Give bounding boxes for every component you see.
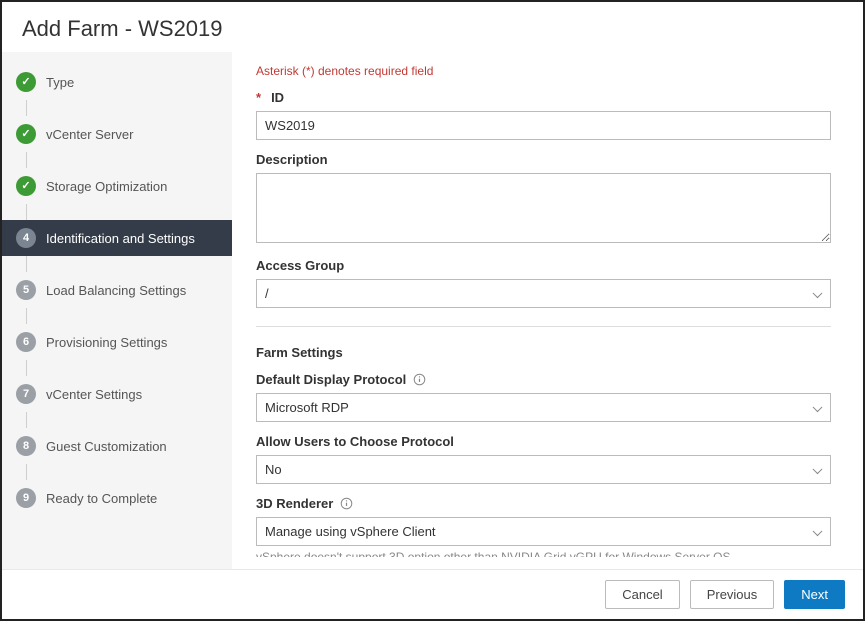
step-connector: [26, 152, 27, 168]
default-protocol-select[interactable]: [256, 393, 831, 422]
step-connector: [26, 100, 27, 116]
step-number-icon: 9: [16, 488, 36, 508]
form-scroll[interactable]: Asterisk (*) denotes required field * ID…: [256, 64, 839, 557]
step-connector: [26, 308, 27, 324]
step-provisioning[interactable]: 6 Provisioning Settings: [2, 324, 232, 360]
check-icon: [16, 124, 36, 144]
step-connector: [26, 256, 27, 272]
step-label: Guest Customization: [46, 439, 167, 454]
info-icon[interactable]: [412, 373, 426, 387]
check-icon: [16, 72, 36, 92]
default-protocol-label: Default Display Protocol: [256, 372, 831, 387]
step-number-icon: 4: [16, 228, 36, 248]
renderer-label: 3D Renderer: [256, 496, 831, 511]
dialog-title: Add Farm - WS2019: [2, 2, 863, 52]
next-button[interactable]: Next: [784, 580, 845, 609]
previous-button[interactable]: Previous: [690, 580, 775, 609]
id-input[interactable]: [256, 111, 831, 140]
step-label: Load Balancing Settings: [46, 283, 186, 298]
step-number-icon: 6: [16, 332, 36, 352]
step-label: Type: [46, 75, 74, 90]
renderer-label-text: 3D Renderer: [256, 496, 333, 511]
step-number-icon: 8: [16, 436, 36, 456]
wizard-sidebar: Type vCenter Server Storage Optimization…: [2, 52, 232, 569]
step-connector: [26, 360, 27, 376]
cancel-button[interactable]: Cancel: [605, 580, 679, 609]
step-label: Storage Optimization: [46, 179, 167, 194]
description-label: Description: [256, 152, 831, 167]
step-load-balancing[interactable]: 5 Load Balancing Settings: [2, 272, 232, 308]
step-label: Ready to Complete: [46, 491, 157, 506]
step-guest-customization[interactable]: 8 Guest Customization: [2, 428, 232, 464]
step-type[interactable]: Type: [2, 64, 232, 100]
step-number-icon: 7: [16, 384, 36, 404]
id-label-text: ID: [271, 90, 284, 105]
default-protocol-label-text: Default Display Protocol: [256, 372, 406, 387]
step-connector: [26, 464, 27, 480]
step-vcenter-settings[interactable]: 7 vCenter Settings: [2, 376, 232, 412]
step-label: vCenter Server: [46, 127, 133, 142]
step-label: Provisioning Settings: [46, 335, 167, 350]
step-connector: [26, 204, 27, 220]
id-label: * ID: [256, 90, 831, 105]
dialog-frame: Add Farm - WS2019 Type vCenter Server St…: [0, 0, 865, 621]
step-label: vCenter Settings: [46, 387, 142, 402]
renderer-select[interactable]: [256, 517, 831, 546]
required-note: Asterisk (*) denotes required field: [256, 64, 831, 78]
required-asterisk: *: [256, 90, 261, 105]
description-textarea[interactable]: [256, 173, 831, 243]
step-label: Identification and Settings: [46, 231, 195, 246]
step-vcenter-server[interactable]: vCenter Server: [2, 116, 232, 152]
renderer-hint: vSphere doesn't support 3D option other …: [256, 550, 831, 557]
farm-settings-header: Farm Settings: [256, 345, 831, 360]
access-group-select[interactable]: [256, 279, 831, 308]
step-storage-optimization[interactable]: Storage Optimization: [2, 168, 232, 204]
form-pane: Asterisk (*) denotes required field * ID…: [232, 52, 863, 569]
dialog-footer: Cancel Previous Next: [2, 569, 863, 619]
step-identification-settings[interactable]: 4 Identification and Settings: [2, 220, 232, 256]
step-ready-complete[interactable]: 9 Ready to Complete: [2, 480, 232, 516]
farm-settings-divider: [256, 326, 831, 333]
allow-choose-select[interactable]: [256, 455, 831, 484]
access-group-label: Access Group: [256, 258, 831, 273]
check-icon: [16, 176, 36, 196]
info-icon[interactable]: [339, 497, 353, 511]
step-connector: [26, 412, 27, 428]
step-number-icon: 5: [16, 280, 36, 300]
dialog-body: Type vCenter Server Storage Optimization…: [2, 52, 863, 569]
allow-choose-label: Allow Users to Choose Protocol: [256, 434, 831, 449]
